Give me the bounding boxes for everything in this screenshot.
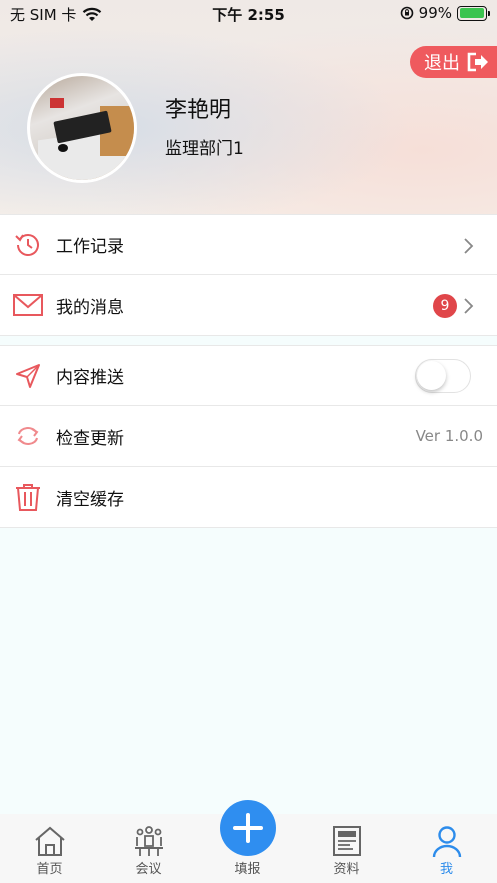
status-right: 99% (400, 4, 490, 22)
unread-badge: 9 (433, 294, 457, 318)
app-version: Ver 1.0.0 (415, 427, 483, 445)
content-push-toggle[interactable] (415, 359, 471, 393)
menu-label-clear-cache: 清空缓存 (56, 489, 124, 510)
document-icon (333, 826, 361, 856)
user-department: 监理部门1 (165, 139, 244, 159)
logout-icon (467, 52, 488, 72)
tab-label-me: 我 (439, 862, 453, 877)
mail-icon (13, 294, 43, 316)
user-icon (432, 826, 462, 858)
menu-label-messages: 我的消息 (56, 297, 124, 318)
tab-label-meeting: 会议 (135, 862, 162, 877)
meeting-icon (135, 826, 163, 856)
send-icon (16, 364, 40, 388)
tab-label-home: 首页 (36, 862, 63, 877)
menu-item-work-record[interactable]: 工作记录 (0, 214, 497, 275)
avatar[interactable] (27, 73, 137, 183)
menu-item-content-push: 内容推送 (0, 345, 497, 406)
menu-group-2: 内容推送 检查更新 Ver 1.0.0 清空缓存 (0, 345, 497, 528)
rotation-lock-icon (400, 6, 413, 20)
battery-percent: 99% (418, 4, 452, 22)
menu-item-check-update[interactable]: 检查更新 Ver 1.0.0 (0, 406, 497, 467)
refresh-icon (17, 427, 39, 445)
home-icon (35, 826, 65, 856)
tab-label-report: 填报 (234, 862, 261, 877)
menu-label-content-push: 内容推送 (56, 368, 124, 388)
tab-label-documents: 资料 (333, 862, 360, 877)
trash-icon (16, 484, 40, 511)
menu-label-work-record: 工作记录 (56, 237, 124, 257)
menu-group-1: 工作记录 我的消息 9 (0, 214, 497, 336)
chevron-right-icon (464, 238, 474, 254)
menu-item-clear-cache[interactable]: 清空缓存 (0, 467, 497, 528)
history-icon (15, 234, 39, 256)
add-report-button[interactable] (220, 800, 276, 856)
user-name: 李艳明 (165, 98, 232, 123)
status-bar: 无 SIM 卡 下午 2:55 99% (0, 0, 497, 28)
menu-label-check-update: 检查更新 (56, 428, 124, 449)
battery-icon (457, 5, 490, 21)
menu-item-messages[interactable]: 我的消息 9 (0, 275, 497, 336)
chevron-right-icon (464, 298, 474, 314)
logout-button[interactable]: 退出 (410, 46, 497, 78)
logout-label: 退出 (424, 53, 460, 74)
